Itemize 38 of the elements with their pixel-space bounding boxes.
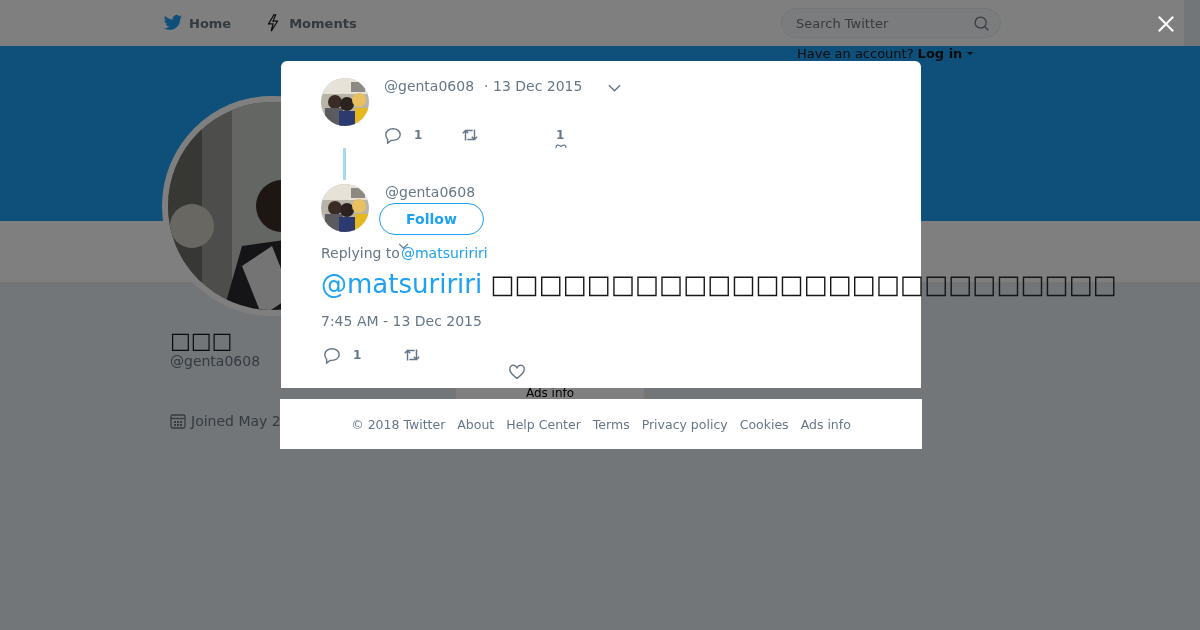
- profile-name: □□□: [170, 329, 233, 353]
- footer-link[interactable]: About: [457, 416, 495, 432]
- reply-count: 1: [353, 348, 362, 362]
- calendar-icon: [170, 413, 186, 429]
- footer-link[interactable]: Terms: [592, 416, 630, 432]
- chevron-down-icon[interactable]: [608, 83, 622, 92]
- tweet-timestamp[interactable]: 7:45 AM - 13 Dec 2015: [321, 313, 921, 329]
- tweet-date[interactable]: · 13 Dec 2015: [484, 78, 583, 94]
- footer-link[interactable]: Privacy policy: [641, 416, 728, 432]
- search-input[interactable]: Search Twitter: [794, 14, 973, 32]
- retweet-icon[interactable]: [403, 346, 421, 364]
- bird-icon: [163, 14, 183, 32]
- user-handle[interactable]: @genta0608: [384, 78, 475, 94]
- footer-link[interactable]: Help Center: [506, 416, 581, 432]
- login-prompt: Have an account?: [797, 46, 914, 61]
- nav-link[interactable]: Home: [163, 14, 232, 32]
- retweet-icon[interactable]: [461, 126, 479, 144]
- search-field[interactable]: Search Twitter: [781, 8, 1001, 38]
- like-count: 1: [556, 128, 565, 142]
- mention-link[interactable]: @matsuririri: [400, 245, 488, 261]
- copyright-text: © 2018 Twitter: [351, 416, 446, 432]
- reply-icon[interactable]: [323, 346, 341, 364]
- footer-link[interactable]: Ads info: [800, 416, 851, 432]
- caret-icon: [966, 51, 975, 56]
- join-date: Joined May 2: [191, 413, 281, 429]
- search-icon[interactable]: [973, 14, 990, 32]
- thread-line: [343, 148, 346, 180]
- reply-icon[interactable]: [384, 126, 402, 144]
- reply-count: 1: [414, 128, 423, 142]
- user-handle[interactable]: @genta0608: [385, 184, 476, 200]
- mention-link[interactable]: @matsuririri: [321, 269, 483, 299]
- replying-label: Replying to: [321, 245, 400, 261]
- follow-button[interactable]: Follow: [379, 203, 484, 235]
- tweet-text: □□□□□□□□□□□□□□□□□□□□□□□□□□: [490, 269, 1117, 299]
- close-icon[interactable]: [1157, 15, 1175, 33]
- footer-link[interactable]: Cookies: [739, 416, 789, 432]
- profile-handle: @genta0608: [170, 353, 261, 369]
- nav-link[interactable]: Moments: [263, 14, 357, 32]
